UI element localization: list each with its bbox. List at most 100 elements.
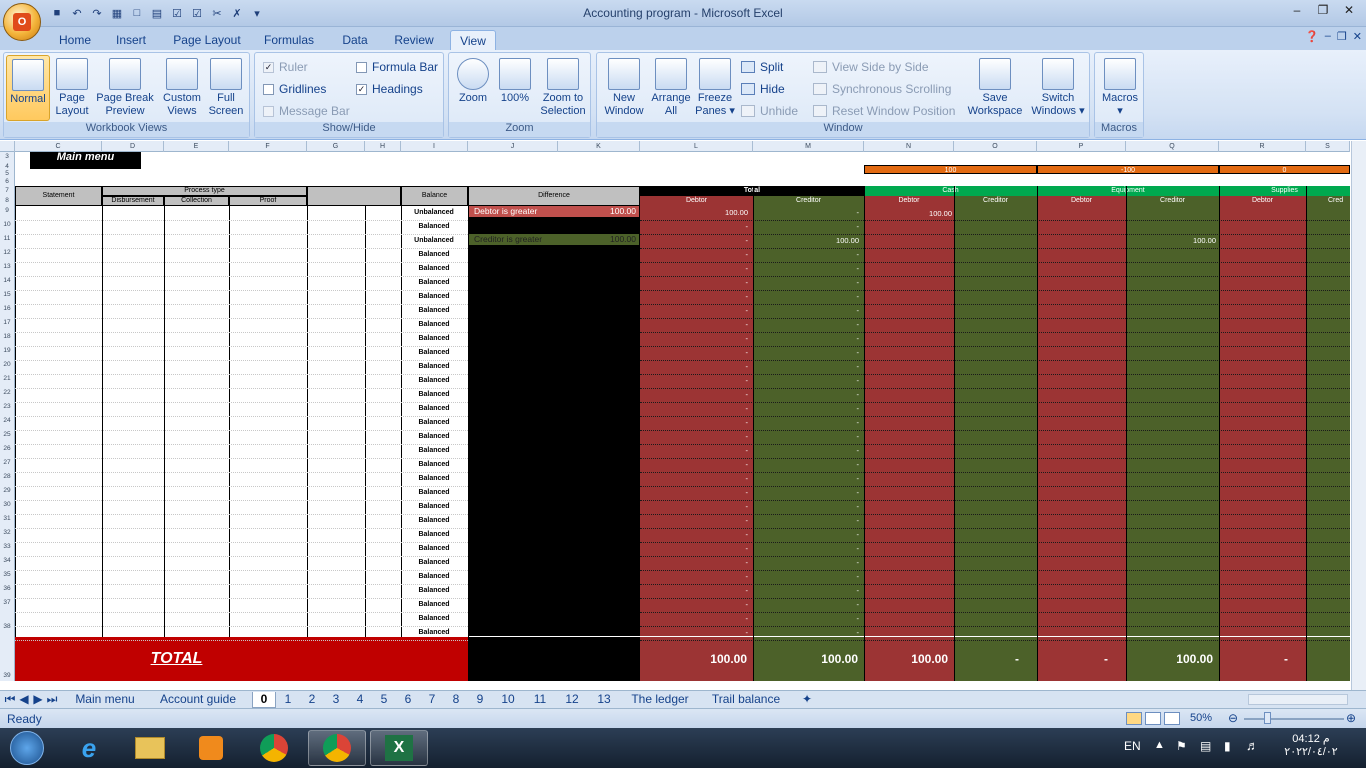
sheet-tab-3[interactable]: 3 xyxy=(326,692,346,708)
file-explorer-icon[interactable] xyxy=(121,730,179,766)
column-header[interactable]: G xyxy=(307,141,365,152)
row-header[interactable]: 19 xyxy=(0,347,14,354)
reset-window-position-button[interactable]: Reset Window Position xyxy=(813,104,955,118)
gridlines-checkbox[interactable]: Gridlines xyxy=(263,82,326,96)
start-button[interactable] xyxy=(2,730,52,766)
sheet-tab-5[interactable]: 5 xyxy=(374,692,394,708)
arrange-all-button[interactable]: Arrange All xyxy=(649,55,693,118)
split-button[interactable]: Split xyxy=(741,60,783,74)
tab-review[interactable]: Review xyxy=(388,30,440,50)
row-header[interactable]: 3 xyxy=(0,153,14,160)
prev-sheet-icon[interactable]: ◀ xyxy=(18,692,30,708)
row-header[interactable]: 20 xyxy=(0,361,14,368)
view-side-by-side-button[interactable]: View Side by Side xyxy=(813,60,929,74)
tab-home[interactable]: Home xyxy=(52,30,98,50)
row-header[interactable]: 9 xyxy=(0,207,14,214)
column-header[interactable]: Q xyxy=(1126,141,1219,152)
row-header[interactable]: 14 xyxy=(0,277,14,284)
macros-button[interactable]: Macros ▾ xyxy=(1097,55,1143,118)
vertical-scrollbar[interactable] xyxy=(1351,141,1366,690)
row-header[interactable]: 24 xyxy=(0,417,14,424)
column-header[interactable]: E xyxy=(164,141,229,152)
sheet-tab-main-menu[interactable]: Main menu xyxy=(66,692,144,708)
row-header[interactable]: 29 xyxy=(0,487,14,494)
last-sheet-icon[interactable]: ⏭ xyxy=(46,692,58,708)
office-button[interactable]: O xyxy=(3,3,41,41)
media-player-icon[interactable] xyxy=(182,730,240,766)
row-header[interactable]: 33 xyxy=(0,543,14,550)
row-header[interactable]: 8 xyxy=(0,197,14,204)
signal-icon[interactable]: ▮ xyxy=(1224,739,1231,753)
zoom-100-button[interactable]: 100% xyxy=(495,55,535,105)
tab-formulas[interactable]: Formulas xyxy=(258,30,320,50)
column-header[interactable]: J xyxy=(468,141,558,152)
horizontal-scrollbar[interactable] xyxy=(1248,694,1348,705)
column-header[interactable]: R xyxy=(1219,141,1306,152)
chrome-icon[interactable] xyxy=(245,730,303,766)
column-header[interactable]: L xyxy=(640,141,753,152)
network-icon[interactable]: ▤ xyxy=(1200,739,1211,753)
page-break-preview-button[interactable]: Page Break Preview xyxy=(94,55,156,118)
unhide-button[interactable]: Unhide xyxy=(741,104,798,118)
row-header[interactable]: 37 xyxy=(0,599,14,606)
row-header[interactable]: 13 xyxy=(0,263,14,270)
restore-ribbon-icon[interactable]: ❐ xyxy=(1337,30,1347,43)
normal-view-button[interactable]: Normal xyxy=(6,55,50,121)
row-header[interactable]: 31 xyxy=(0,515,14,522)
row-header[interactable]: 6 xyxy=(0,178,14,185)
chrome-window-icon[interactable] xyxy=(308,730,366,766)
hide-button[interactable]: Hide xyxy=(741,82,785,96)
row-header[interactable]: 5 xyxy=(0,170,14,177)
column-header[interactable]: C xyxy=(15,141,102,152)
tab-view[interactable]: View xyxy=(450,30,496,50)
internet-explorer-icon[interactable]: e xyxy=(60,730,118,766)
normal-view-icon[interactable] xyxy=(1126,712,1142,725)
minimize-icon[interactable]: – xyxy=(1284,0,1310,20)
column-header[interactable]: H xyxy=(365,141,401,152)
row-header[interactable]: 16 xyxy=(0,305,14,312)
show-hidden-icons-icon[interactable]: ▲ xyxy=(1154,739,1165,751)
sheet-tab-9[interactable]: 9 xyxy=(470,692,490,708)
next-sheet-icon[interactable]: ▶ xyxy=(32,692,44,708)
first-sheet-icon[interactable]: ⏮ xyxy=(4,692,16,708)
row-header[interactable]: 26 xyxy=(0,445,14,452)
zoom-level[interactable]: 50% xyxy=(1190,712,1212,724)
sheet-tab-7[interactable]: 7 xyxy=(422,692,442,708)
headings-checkbox[interactable]: ✓ Headings xyxy=(356,82,423,96)
sheet-tab-8[interactable]: 8 xyxy=(446,692,466,708)
select-all-corner[interactable] xyxy=(0,141,15,152)
column-header[interactable]: F xyxy=(229,141,307,152)
row-header[interactable]: 21 xyxy=(0,375,14,382)
row-header[interactable]: 36 xyxy=(0,585,14,592)
row-header[interactable]: 25 xyxy=(0,431,14,438)
row-header[interactable]: 22 xyxy=(0,389,14,396)
row-header[interactable]: 15 xyxy=(0,291,14,298)
page-break-icon[interactable] xyxy=(1164,712,1180,725)
sheet-tab-11[interactable]: 11 xyxy=(526,692,554,708)
sheet-tab-trail-balance[interactable]: Trail balance xyxy=(704,692,788,708)
sheet-tab-0[interactable]: 0 xyxy=(252,692,276,708)
zoom-slider[interactable] xyxy=(1244,718,1344,720)
tab-page-layout[interactable]: Page Layout xyxy=(168,30,246,50)
custom-views-button[interactable]: Custom Views xyxy=(160,55,204,118)
sheet-tab-13[interactable]: 13 xyxy=(590,692,618,708)
row-header[interactable]: 12 xyxy=(0,249,14,256)
sheet-tab-1[interactable]: 1 xyxy=(278,692,298,708)
message-bar-checkbox[interactable]: Message Bar xyxy=(263,104,350,118)
row-header[interactable]: 27 xyxy=(0,459,14,466)
sheet-tab-2[interactable]: 2 xyxy=(302,692,322,708)
worksheet-grid[interactable]: 3 4 5 6 7 8 9 10 11 12 13 14 15 16 17 18 19 20 21 22 23 24 25 2… xyxy=(0,152,1350,681)
volume-icon[interactable]: ♬ xyxy=(1246,738,1259,753)
column-header[interactable]: P xyxy=(1037,141,1126,152)
row-header[interactable]: 18 xyxy=(0,333,14,340)
row-header[interactable]: 17 xyxy=(0,319,14,326)
column-header[interactable]: K xyxy=(558,141,640,152)
row-header[interactable]: 4 xyxy=(0,163,14,170)
sheet-tab-the-ledger[interactable]: The ledger xyxy=(624,692,696,708)
formula-bar-checkbox[interactable]: Formula Bar xyxy=(356,60,438,74)
help-icon[interactable]: ❓ xyxy=(1305,30,1319,43)
row-header[interactable]: 10 xyxy=(0,221,14,228)
tab-data[interactable]: Data xyxy=(334,30,376,50)
zoom-slider-thumb[interactable] xyxy=(1264,712,1271,724)
zoom-in-icon[interactable]: ⊕ xyxy=(1346,711,1356,725)
